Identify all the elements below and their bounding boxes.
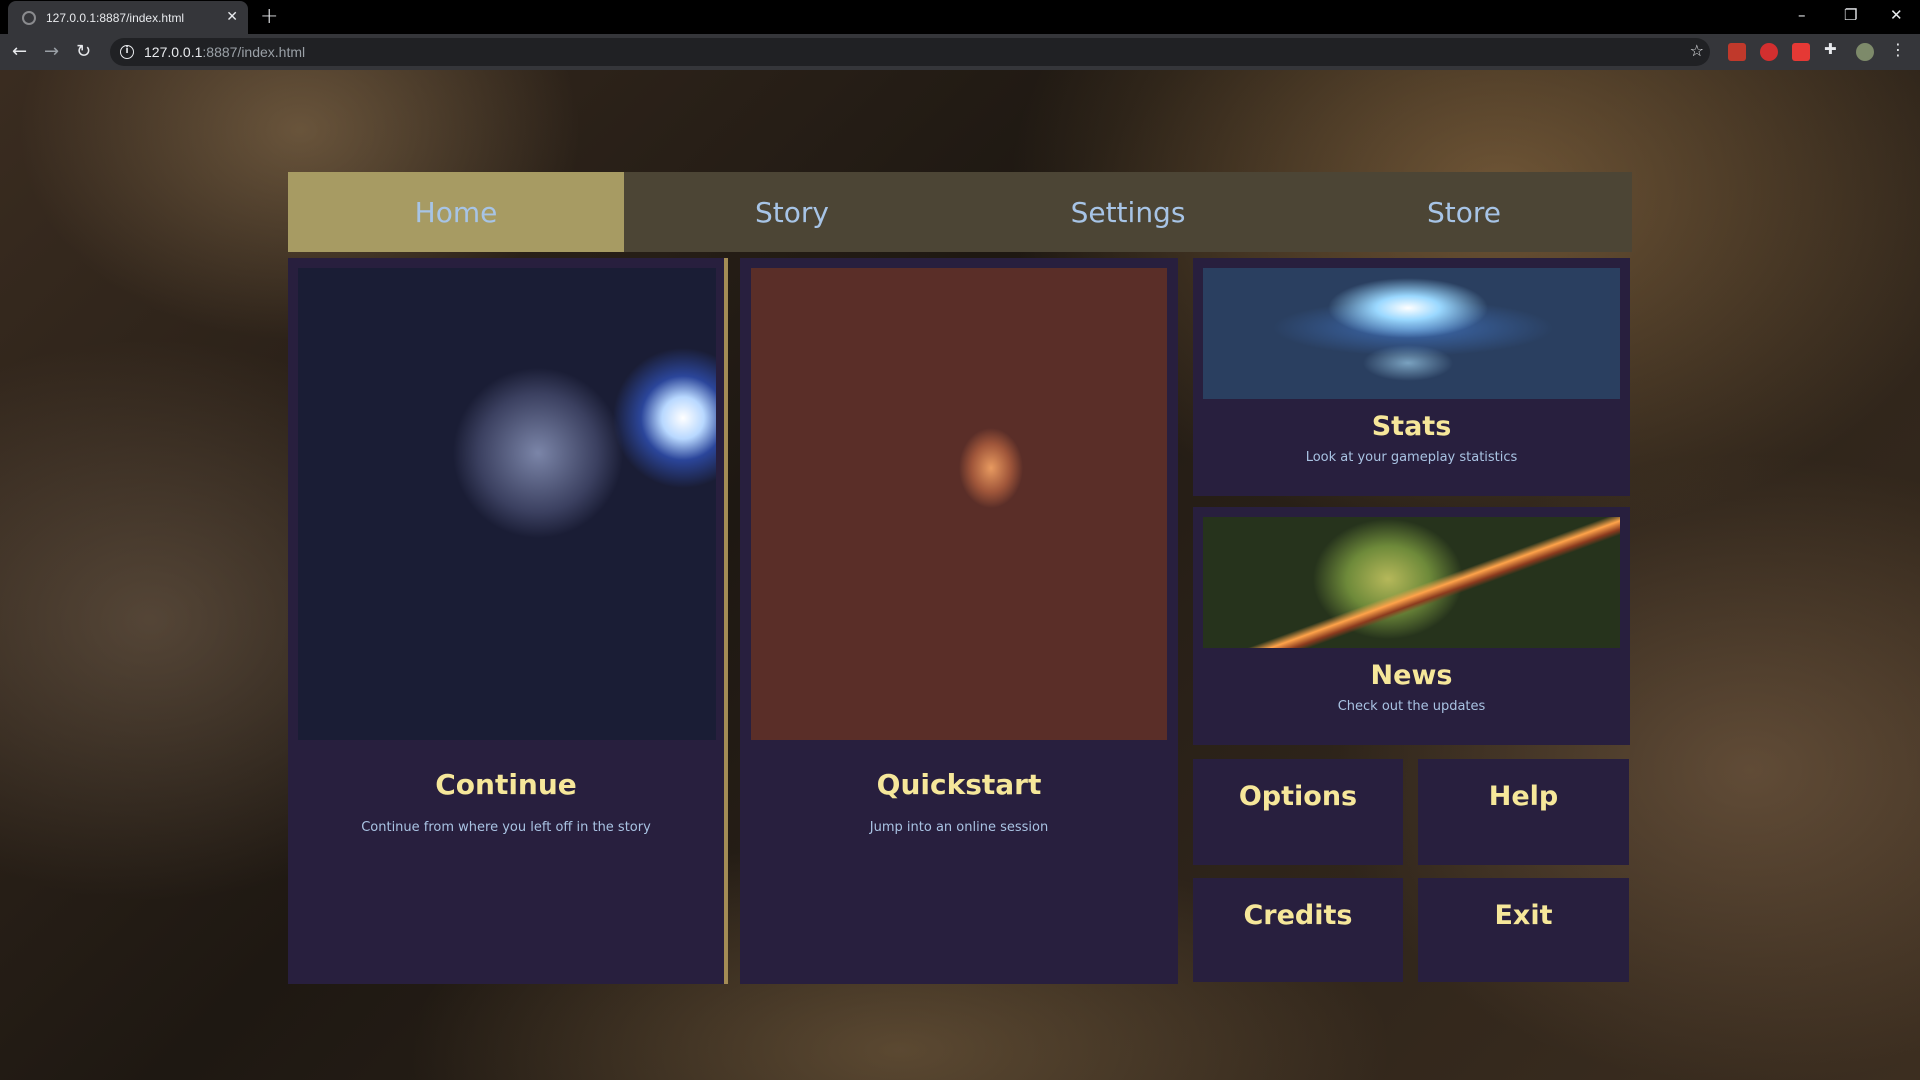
browser-toolbar: ← → ↻ i 127.0.0.1:8887/index.html ☆ ✚ ⋮ [0, 34, 1920, 70]
continue-card[interactable]: Continue Continue from where you left of… [288, 258, 728, 984]
tab-home[interactable]: Home [288, 172, 624, 252]
browser-menu-icon[interactable]: ⋮ [1890, 40, 1908, 59]
extension-shield-icon[interactable] [1760, 43, 1778, 61]
options-label: Options [1238, 781, 1358, 812]
globe-icon [22, 10, 36, 25]
exit-label: Exit [1494, 900, 1553, 931]
back-icon[interactable]: ← [12, 41, 27, 62]
address-bar[interactable]: i 127.0.0.1:8887/index.html ☆ [110, 38, 1710, 66]
stats-card[interactable]: Stats Look at your gameplay statistics [1193, 258, 1630, 496]
quickstart-description: Jump into an online session [869, 820, 1049, 835]
info-icon[interactable]: i [120, 45, 134, 59]
help-button[interactable]: Help [1418, 759, 1629, 865]
stats-image [1203, 268, 1620, 399]
close-window-icon[interactable]: ✕ [1890, 6, 1903, 24]
help-label: Help [1488, 781, 1559, 812]
continue-description: Continue from where you left off in the … [361, 820, 651, 835]
top-nav: Home Story Settings Store [288, 172, 1632, 252]
reload-icon[interactable]: ↻ [76, 41, 91, 62]
tab-settings[interactable]: Settings [960, 172, 1296, 252]
forward-icon[interactable]: → [44, 41, 59, 62]
continue-image [298, 268, 716, 740]
extension-video-icon[interactable] [1792, 43, 1810, 61]
close-tab-icon[interactable]: ✕ [226, 9, 238, 25]
minimize-icon[interactable]: – [1798, 6, 1806, 24]
news-description: Check out the updates [1337, 699, 1486, 714]
stats-title: Stats [1371, 411, 1452, 442]
tab-title: 127.0.0.1:8887/index.html [46, 10, 185, 25]
extension-mail-icon[interactable] [1728, 43, 1746, 61]
extensions-puzzle-icon[interactable]: ✚ [1824, 40, 1842, 58]
game-menu-page: Home Story Settings Store Continue Conti… [0, 70, 1920, 1080]
url-text: 127.0.0.1:8887/index.html [144, 44, 306, 60]
quickstart-image [751, 268, 1167, 740]
quickstart-title: Quickstart [876, 768, 1042, 801]
bookmark-star-icon[interactable]: ☆ [1690, 41, 1704, 60]
news-title: News [1370, 660, 1453, 691]
browser-tab[interactable]: 127.0.0.1:8887/index.html ✕ [8, 1, 248, 34]
tab-story[interactable]: Story [624, 172, 960, 252]
news-image [1203, 517, 1620, 648]
news-card[interactable]: News Check out the updates [1193, 507, 1630, 745]
exit-button[interactable]: Exit [1418, 878, 1629, 982]
options-button[interactable]: Options [1193, 759, 1403, 865]
credits-button[interactable]: Credits [1193, 878, 1403, 982]
stats-description: Look at your gameplay statistics [1305, 450, 1518, 465]
restore-icon[interactable]: ❐ [1844, 6, 1857, 24]
quickstart-card[interactable]: Quickstart Jump into an online session [740, 258, 1178, 984]
tab-store[interactable]: Store [1296, 172, 1632, 252]
browser-tabstrip: 127.0.0.1:8887/index.html ✕ + – ❐ ✕ [0, 0, 1920, 34]
new-tab-button[interactable]: + [260, 4, 278, 29]
continue-title: Continue [435, 768, 577, 801]
credits-label: Credits [1243, 900, 1353, 931]
profile-avatar-icon[interactable] [1856, 43, 1874, 61]
